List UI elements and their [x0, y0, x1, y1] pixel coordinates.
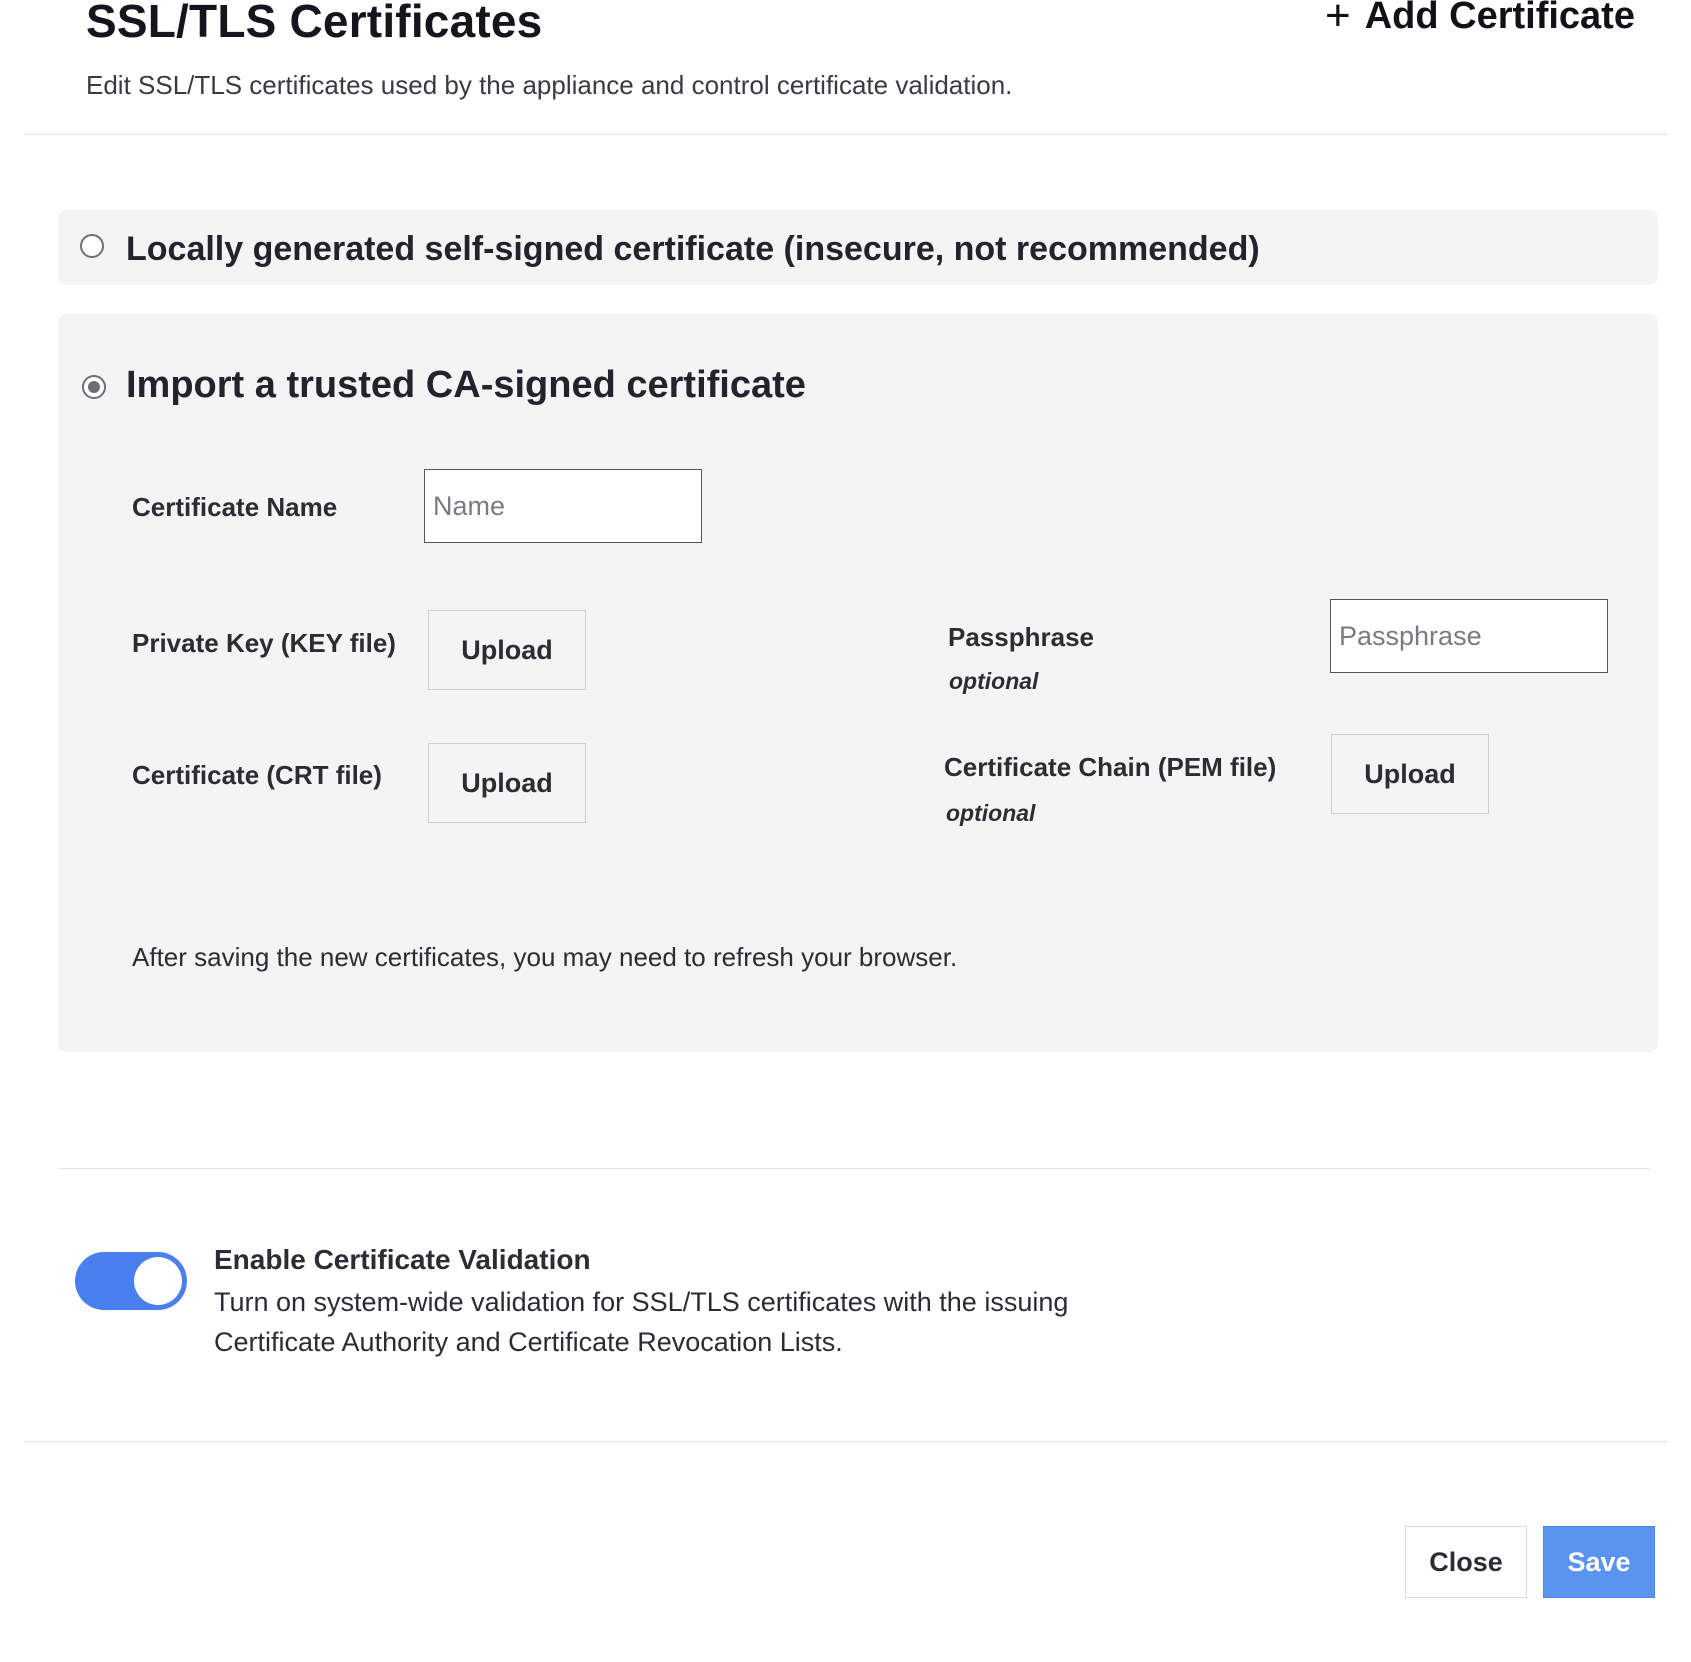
page-subtitle: Edit SSL/TLS certificates used by the ap…	[86, 70, 1013, 100]
toggle-knob	[134, 1257, 182, 1305]
add-certificate-button[interactable]: + Add Certificate	[1325, 0, 1635, 38]
ssl-tls-certificates-dialog: SSL/TLS Certificates + Add Certificate E…	[0, 0, 1691, 1662]
private-key-label: Private Key (KEY file)	[132, 628, 396, 658]
certificate-label: Certificate (CRT file)	[132, 760, 382, 790]
private-key-upload-button[interactable]: Upload	[428, 610, 586, 690]
self-signed-radio[interactable]	[80, 234, 104, 258]
import-ca-option-panel: Import a trusted CA-signed certificate C…	[58, 314, 1658, 1052]
section-divider	[58, 1168, 1650, 1169]
passphrase-label: Passphrase	[948, 622, 1094, 652]
passphrase-input[interactable]	[1330, 599, 1608, 673]
header-divider	[24, 134, 1668, 135]
refresh-browser-note: After saving the new certificates, you m…	[132, 942, 958, 972]
self-signed-option-panel[interactable]: Locally generated self-signed certificat…	[58, 210, 1658, 285]
certificate-chain-label: Certificate Chain (PEM file)	[944, 752, 1277, 782]
import-ca-option-label[interactable]: Import a trusted CA-signed certificate	[126, 364, 806, 407]
certificate-chain-upload-button[interactable]: Upload	[1331, 734, 1489, 814]
certificate-name-input[interactable]	[424, 469, 702, 543]
page-title: SSL/TLS Certificates	[86, 0, 543, 47]
certificate-chain-optional-hint: optional	[946, 800, 1036, 826]
close-button[interactable]: Close	[1405, 1526, 1527, 1598]
save-button[interactable]: Save	[1543, 1526, 1655, 1598]
certificate-validation-toggle[interactable]	[75, 1252, 187, 1310]
certificate-validation-title: Enable Certificate Validation	[214, 1244, 591, 1275]
certificate-validation-description: Turn on system-wide validation for SSL/T…	[214, 1287, 1069, 1357]
footer-divider	[24, 1441, 1668, 1442]
self-signed-option-label[interactable]: Locally generated self-signed certificat…	[126, 230, 1260, 269]
add-certificate-label: Add Certificate	[1364, 0, 1635, 37]
certificate-name-label: Certificate Name	[132, 492, 338, 522]
import-ca-radio[interactable]	[82, 375, 106, 399]
plus-icon: +	[1325, 0, 1351, 40]
certificate-upload-button[interactable]: Upload	[428, 743, 586, 823]
passphrase-optional-hint: optional	[949, 668, 1039, 694]
